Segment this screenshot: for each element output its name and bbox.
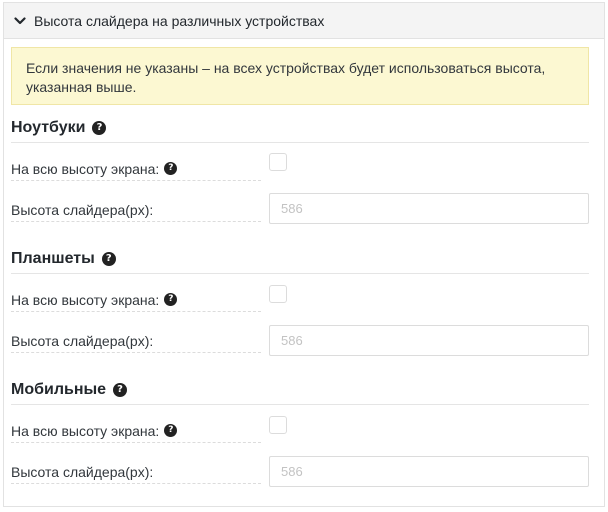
fullscreen-label-text: На всю высоту экрана: bbox=[11, 422, 160, 439]
height-input-mobile[interactable] bbox=[269, 456, 589, 487]
fullscreen-label-mobile: На всю высоту экрана: ? bbox=[11, 419, 261, 443]
info-notice: Если значения не указаны – на всех устро… bbox=[11, 47, 589, 105]
question-circle-icon[interactable]: ? bbox=[164, 293, 178, 306]
panel-header[interactable]: Высота слайдера на различных устройствах bbox=[4, 3, 604, 39]
height-label-laptops: Высота слайдера(px): bbox=[11, 198, 261, 222]
section-title-laptops: Ноутбуки ? bbox=[11, 113, 589, 143]
height-label-text: Высота слайдера(px): bbox=[11, 332, 154, 349]
fullscreen-checkbox-mobile[interactable] bbox=[269, 416, 287, 434]
fullscreen-label-text: На всю высоту экрана: bbox=[11, 291, 160, 308]
chevron-down-icon[interactable] bbox=[14, 15, 26, 27]
section-title-mobile: Мобильные ? bbox=[11, 375, 589, 405]
question-circle-icon[interactable]: ? bbox=[113, 382, 128, 397]
section-title-text: Мобильные bbox=[11, 380, 107, 398]
height-input-tablets[interactable] bbox=[269, 325, 589, 356]
section-title-tablets: Планшеты ? bbox=[11, 244, 589, 274]
section-title-text: Планшеты bbox=[11, 249, 95, 267]
height-label-text: Высота слайдера(px): bbox=[11, 201, 154, 218]
fullscreen-checkbox-tablets[interactable] bbox=[269, 285, 287, 303]
fullscreen-label-tablets: На всю высоту экрана: ? bbox=[11, 288, 261, 312]
notice-text: Если значения не указаны – на всех устро… bbox=[26, 60, 546, 95]
fullscreen-label-laptops: На всю высоту экрана: ? bbox=[11, 157, 261, 181]
fullscreen-label-text: На всю высоту экрана: bbox=[11, 160, 160, 177]
height-label-tablets: Высота слайдера(px): bbox=[11, 329, 261, 353]
question-circle-icon[interactable]: ? bbox=[101, 251, 116, 266]
height-label-mobile: Высота слайдера(px): bbox=[11, 460, 261, 484]
height-label-text: Высота слайдера(px): bbox=[11, 463, 154, 480]
question-circle-icon[interactable]: ? bbox=[164, 162, 178, 175]
section-title-text: Ноутбуки bbox=[11, 118, 86, 136]
panel-title: Высота слайдера на различных устройствах bbox=[34, 12, 325, 29]
fullscreen-checkbox-laptops[interactable] bbox=[269, 153, 287, 171]
height-input-laptops[interactable] bbox=[269, 193, 589, 224]
question-circle-icon[interactable]: ? bbox=[164, 424, 178, 437]
question-circle-icon[interactable]: ? bbox=[92, 120, 107, 135]
